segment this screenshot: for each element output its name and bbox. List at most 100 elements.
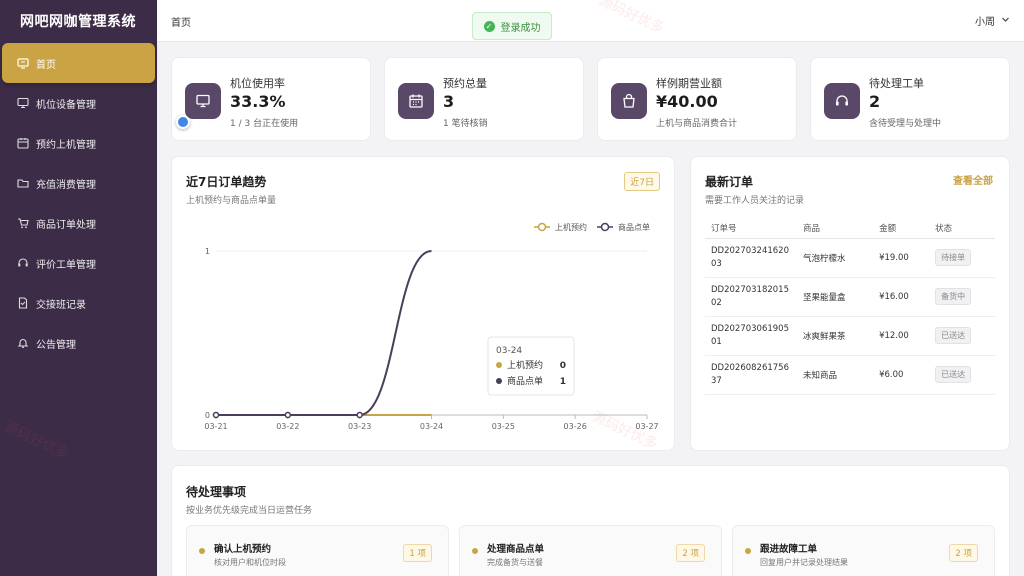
stat-label: 样例期营业额: [656, 77, 722, 90]
column-header: 状态: [929, 218, 995, 239]
stat-label: 待处理工单: [869, 77, 924, 90]
todo-dot: [472, 548, 478, 554]
legend-marker: [537, 222, 547, 232]
x-tick-label: 03-22: [276, 422, 299, 431]
todo-item[interactable]: 确认上机预约 核对用户和机位时段 1 项: [186, 525, 449, 576]
legend-label: 商品点单: [618, 222, 650, 232]
todo-card: 待处理事项 按业务优先级完成当日运营任务 确认上机预约 核对用户和机位时段 1 …: [171, 465, 1010, 576]
sidebar-item-reservations[interactable]: 预约上机管理: [0, 123, 157, 163]
data-point: [356, 411, 363, 419]
topbar: 首页 小周 源码好优多: [157, 0, 1024, 42]
series-line: [215, 250, 432, 417]
todo-subtitle: 按业务优先级完成当日运营任务: [186, 506, 313, 516]
todo-name: 处理商品点单: [487, 544, 545, 555]
monitor-icon: [185, 83, 221, 119]
data-point: [212, 411, 220, 419]
tooltip-date: 03-24: [496, 346, 522, 356]
user-menu[interactable]: 小周: [975, 13, 1010, 28]
floating-dot[interactable]: [176, 115, 190, 129]
todo-desc: 核对用户和机位时段: [214, 558, 286, 567]
stat-sub: 1 笔待核销: [443, 119, 488, 129]
calendar-icon: [398, 83, 434, 119]
tooltip-series-name: 商品点单: [507, 375, 543, 387]
stat-sub: 含待受理与处理中: [869, 119, 942, 129]
x-tick-label: 03-26: [564, 422, 587, 431]
order-amount: ¥12.00: [873, 316, 930, 356]
order-id: DD20270306190501: [705, 316, 797, 356]
stat-sub: 上机与商品消费合计: [656, 119, 738, 129]
table-row[interactable]: DD20270324162003 气泡柠檬水 ¥19.00 待接单: [705, 238, 995, 278]
tooltip-marker: [496, 362, 502, 368]
folder-icon: [17, 177, 29, 189]
tooltip-value: 0: [560, 361, 566, 371]
table-header-row: 订单号 商品 金额 状态: [705, 218, 995, 239]
tooltip-marker: [496, 378, 502, 384]
todo-desc: 完成备货与送餐: [487, 558, 543, 567]
sidebar-item-label: 首页: [36, 59, 56, 71]
todo-count-badge: 2 项: [949, 544, 978, 562]
column-header: 订单号: [705, 218, 797, 239]
stat-card-usage: 机位使用率 33.3% 1 / 3 台正在使用: [171, 57, 371, 141]
todo-title: 待处理事项: [186, 485, 247, 499]
stat-value: ¥40.00: [656, 92, 718, 111]
bell-icon: [17, 337, 29, 349]
todo-count-badge: 2 项: [676, 544, 705, 562]
sidebar-menu: 首页 机位设备管理 预约上机管理 充值消费管理 商品订单处理 评价工单管理 交接…: [0, 43, 157, 363]
sidebar: 网吧网咖管理系统 首页 机位设备管理 预约上机管理 充值消费管理 商品订单处理 …: [0, 0, 157, 576]
tooltip-value: 1: [560, 377, 566, 387]
stat-value: 2: [869, 92, 881, 111]
stat-value: 33.3%: [230, 92, 286, 111]
order-id: DD20260826175637: [705, 355, 797, 395]
data-point: [284, 411, 292, 419]
tooltip-series-name: 上机预约: [507, 359, 543, 371]
x-tick-label: 03-23: [348, 422, 371, 431]
trend-chart: 0 1 03-21 03-22 03-23 03-24 03-25 03-26 03-27 上机预…: [204, 222, 658, 431]
todo-dot: [745, 548, 751, 554]
login-success-toast: ✓ 登录成功: [472, 12, 552, 40]
x-tick-label: 03-21: [204, 422, 227, 431]
todo-name: 确认上机预约: [214, 544, 272, 555]
order-amount: ¥16.00: [873, 277, 930, 317]
y-tick-label: 1: [205, 247, 210, 256]
sidebar-item-recharge[interactable]: 充值消费管理: [0, 163, 157, 203]
sidebar-item-orders[interactable]: 商品订单处理: [0, 203, 157, 243]
table-row[interactable]: DD20260826175637 未知商品 ¥6.00 已送达: [705, 355, 995, 395]
stat-sub: 1 / 3 台正在使用: [230, 119, 299, 129]
order-item: 气泡柠檬水: [797, 238, 874, 278]
sidebar-item-announcements[interactable]: 公告管理: [0, 323, 157, 363]
todo-item[interactable]: 处理商品点单 完成备货与送餐 2 项: [459, 525, 722, 576]
sidebar-item-home[interactable]: 首页: [2, 43, 155, 83]
table-row[interactable]: DD20270306190501 冰爽鲜果茶 ¥12.00 已送达: [705, 316, 995, 356]
cart-icon: [17, 217, 29, 229]
todo-desc: 回复用户并记录处理结果: [760, 558, 848, 567]
sidebar-item-shifts[interactable]: 交接班记录: [0, 283, 157, 323]
toast-text: 登录成功: [500, 22, 541, 34]
order-id: DD20270318201502: [705, 277, 797, 317]
x-tick-label: 03-24: [420, 422, 443, 431]
sidebar-item-label: 评价工单管理: [36, 259, 96, 271]
home-icon: [17, 57, 29, 69]
order-item: 坚果能量盒: [797, 277, 874, 317]
y-tick-label: 0: [205, 411, 210, 420]
todo-item[interactable]: 跟进故障工单 回复用户并记录处理结果 2 项: [732, 525, 995, 576]
status-badge: 备货中: [935, 288, 972, 305]
legend-marker: [600, 222, 610, 232]
chevron-down-icon: [1001, 15, 1010, 27]
sidebar-item-devices[interactable]: 机位设备管理: [0, 83, 157, 123]
latest-orders-card: 最新订单 需要工作人员关注的记录 查看全部 订单号 商品 金额 状态 DD202…: [690, 156, 1010, 451]
app-title: 网吧网咖管理系统: [20, 14, 136, 30]
order-item: 冰爽鲜果茶: [797, 316, 874, 356]
x-tick-label: 03-25: [492, 422, 515, 431]
sidebar-item-label: 商品订单处理: [36, 219, 96, 231]
legend-label: 上机预约: [555, 222, 587, 232]
check-icon: ✓: [483, 20, 495, 32]
sidebar-item-tickets[interactable]: 评价工单管理: [0, 243, 157, 283]
todo-dot: [199, 548, 205, 554]
table-row[interactable]: DD20270318201502 坚果能量盒 ¥16.00 备货中: [705, 277, 995, 317]
breadcrumb[interactable]: 首页: [171, 14, 191, 29]
todo-count-badge: 1 项: [403, 544, 432, 562]
view-all-link[interactable]: 查看全部: [953, 172, 993, 187]
order-id: DD20270324162003: [705, 238, 797, 278]
sidebar-item-label: 公告管理: [36, 339, 76, 351]
stat-label: 预约总量: [443, 77, 487, 90]
